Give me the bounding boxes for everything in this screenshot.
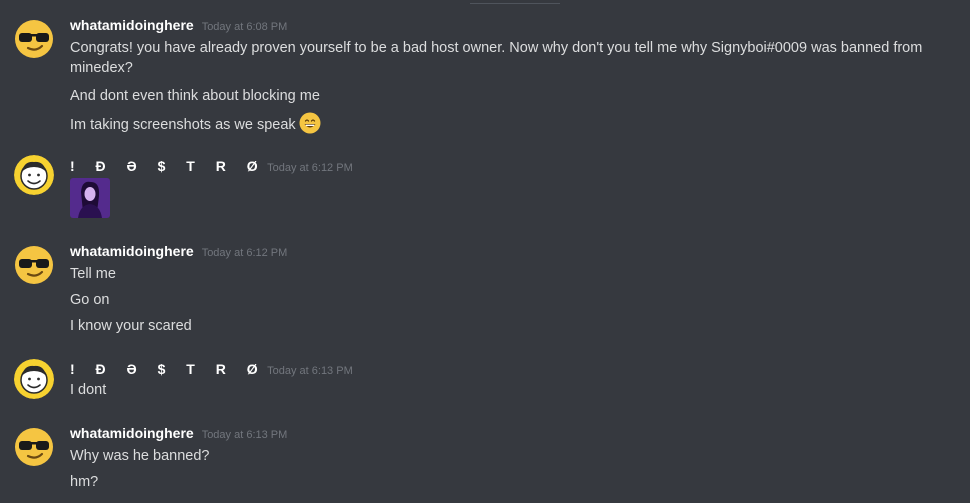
message-text: And dont even think about blocking me [70,88,320,104]
smiling-face-avatar-icon[interactable] [14,359,54,399]
sunglasses-avatar-icon[interactable] [14,427,54,467]
sunglasses-avatar-icon[interactable] [14,19,54,59]
timestamp: Today at 6:12 PM [267,162,353,174]
chat-messages: whatamidoinghere Today at 6:08 PM Congra… [0,0,970,503]
message-text: Im taking screenshots as we speak [70,112,960,135]
timestamp: Today at 6:13 PM [201,429,288,441]
timestamp: Today at 6:08 PM [201,21,288,33]
message-header: ! Ð Ə $ T R Ø Today at 6:13 PM [70,361,353,381]
message-header: whatamidoinghere Today at 6:08 PM [70,17,287,37]
message-text: Go on [70,292,110,308]
message-text: hm? [70,474,99,490]
username[interactable]: ! Ð Ə $ T R Ø [70,361,259,377]
timestamp: Today at 6:13 PM [267,365,353,377]
message-text: I know your scared [70,318,192,334]
timestamp: Today at 6:12 PM [201,247,288,259]
message-header: whatamidoinghere Today at 6:12 PM [70,243,287,263]
grinning-face-emoji-icon [299,112,321,134]
sunglasses-avatar-icon[interactable] [14,245,54,285]
username[interactable]: whatamidoinghere [70,17,194,33]
message-header: whatamidoinghere Today at 6:13 PM [70,425,287,445]
username[interactable]: whatamidoinghere [70,425,194,441]
image-attachment[interactable] [70,178,110,218]
message-text-content: Im taking screenshots as we speak [70,117,296,133]
message-text: I dont [70,382,107,398]
smiling-face-avatar-icon[interactable] [14,155,54,195]
divider [470,0,560,4]
message-text: Tell me [70,266,116,282]
username[interactable]: ! Ð Ə $ T R Ø [70,158,259,174]
message-text: Congrats! you have already proven yourse… [70,40,923,76]
message-header: ! Ð Ə $ T R Ø Today at 6:12 PM [70,158,353,178]
message-text: Why was he banned? [70,448,210,464]
username[interactable]: whatamidoinghere [70,243,194,259]
